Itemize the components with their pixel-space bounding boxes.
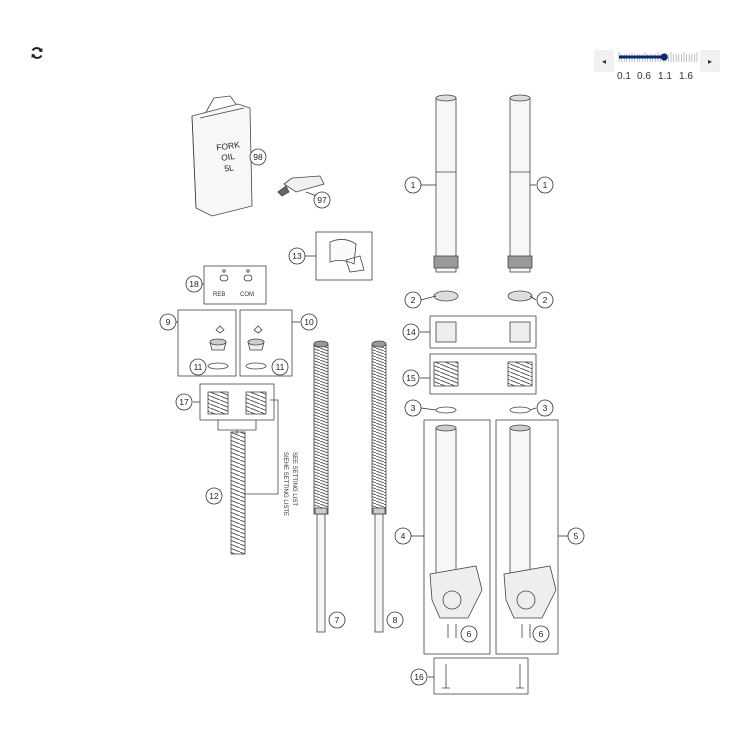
- callout-label: 9: [166, 317, 171, 327]
- valve-label-com: COM: [240, 292, 254, 298]
- callout-label: 11: [194, 362, 203, 372]
- part-4-box: [423, 419, 491, 655]
- callout-label: 5: [574, 531, 579, 541]
- callout-label: 6: [539, 629, 544, 639]
- callout-label: 2: [543, 295, 548, 305]
- part-9-box: [177, 309, 237, 377]
- spring-list-text: SIEHE SETTING LISTE: [282, 452, 288, 516]
- callout-label: 16: [414, 672, 424, 682]
- upper-tube-left: [433, 94, 459, 273]
- long-spring: [230, 431, 246, 555]
- callout-label: 1: [411, 180, 416, 190]
- callout-label: 11: [276, 362, 285, 372]
- part-16-box: [433, 657, 529, 695]
- callout-label: 4: [401, 531, 406, 541]
- callout-label: 10: [304, 317, 314, 327]
- exploded-parts-diagram: FORK OIL 5L REB COM SIEHE SETTING LISTE …: [159, 94, 585, 695]
- valve-label-reb: REB: [213, 292, 225, 298]
- callout-label: 1: [543, 180, 548, 190]
- callout-label: 18: [189, 279, 199, 289]
- callout-label: 7: [335, 615, 340, 625]
- callout-label: 3: [411, 403, 416, 413]
- cartridge-8: [371, 340, 387, 633]
- callout-label: 15: [406, 373, 416, 383]
- callout-label: 3: [543, 403, 548, 413]
- upper-tube-right: [507, 94, 533, 273]
- spring-list-text: SEE SETTING LIST: [291, 452, 297, 506]
- grease-tube: [277, 175, 325, 197]
- callout-label: 12: [209, 491, 219, 501]
- callout-label: 14: [406, 327, 416, 337]
- fork-oil-can: FORK OIL 5L: [191, 95, 253, 217]
- part-18-box: [203, 265, 267, 305]
- callout-label: 2: [411, 295, 416, 305]
- callout-label: 6: [467, 629, 472, 639]
- can-label-line: OIL: [221, 151, 236, 163]
- cartridge-7: [313, 340, 329, 633]
- callout-label: 13: [292, 251, 302, 261]
- callout-label: 8: [393, 615, 398, 625]
- callout-label: 97: [317, 195, 327, 205]
- callout-label: 98: [253, 152, 263, 162]
- callout-label: 17: [179, 397, 189, 407]
- can-label-line: 5L: [224, 162, 235, 173]
